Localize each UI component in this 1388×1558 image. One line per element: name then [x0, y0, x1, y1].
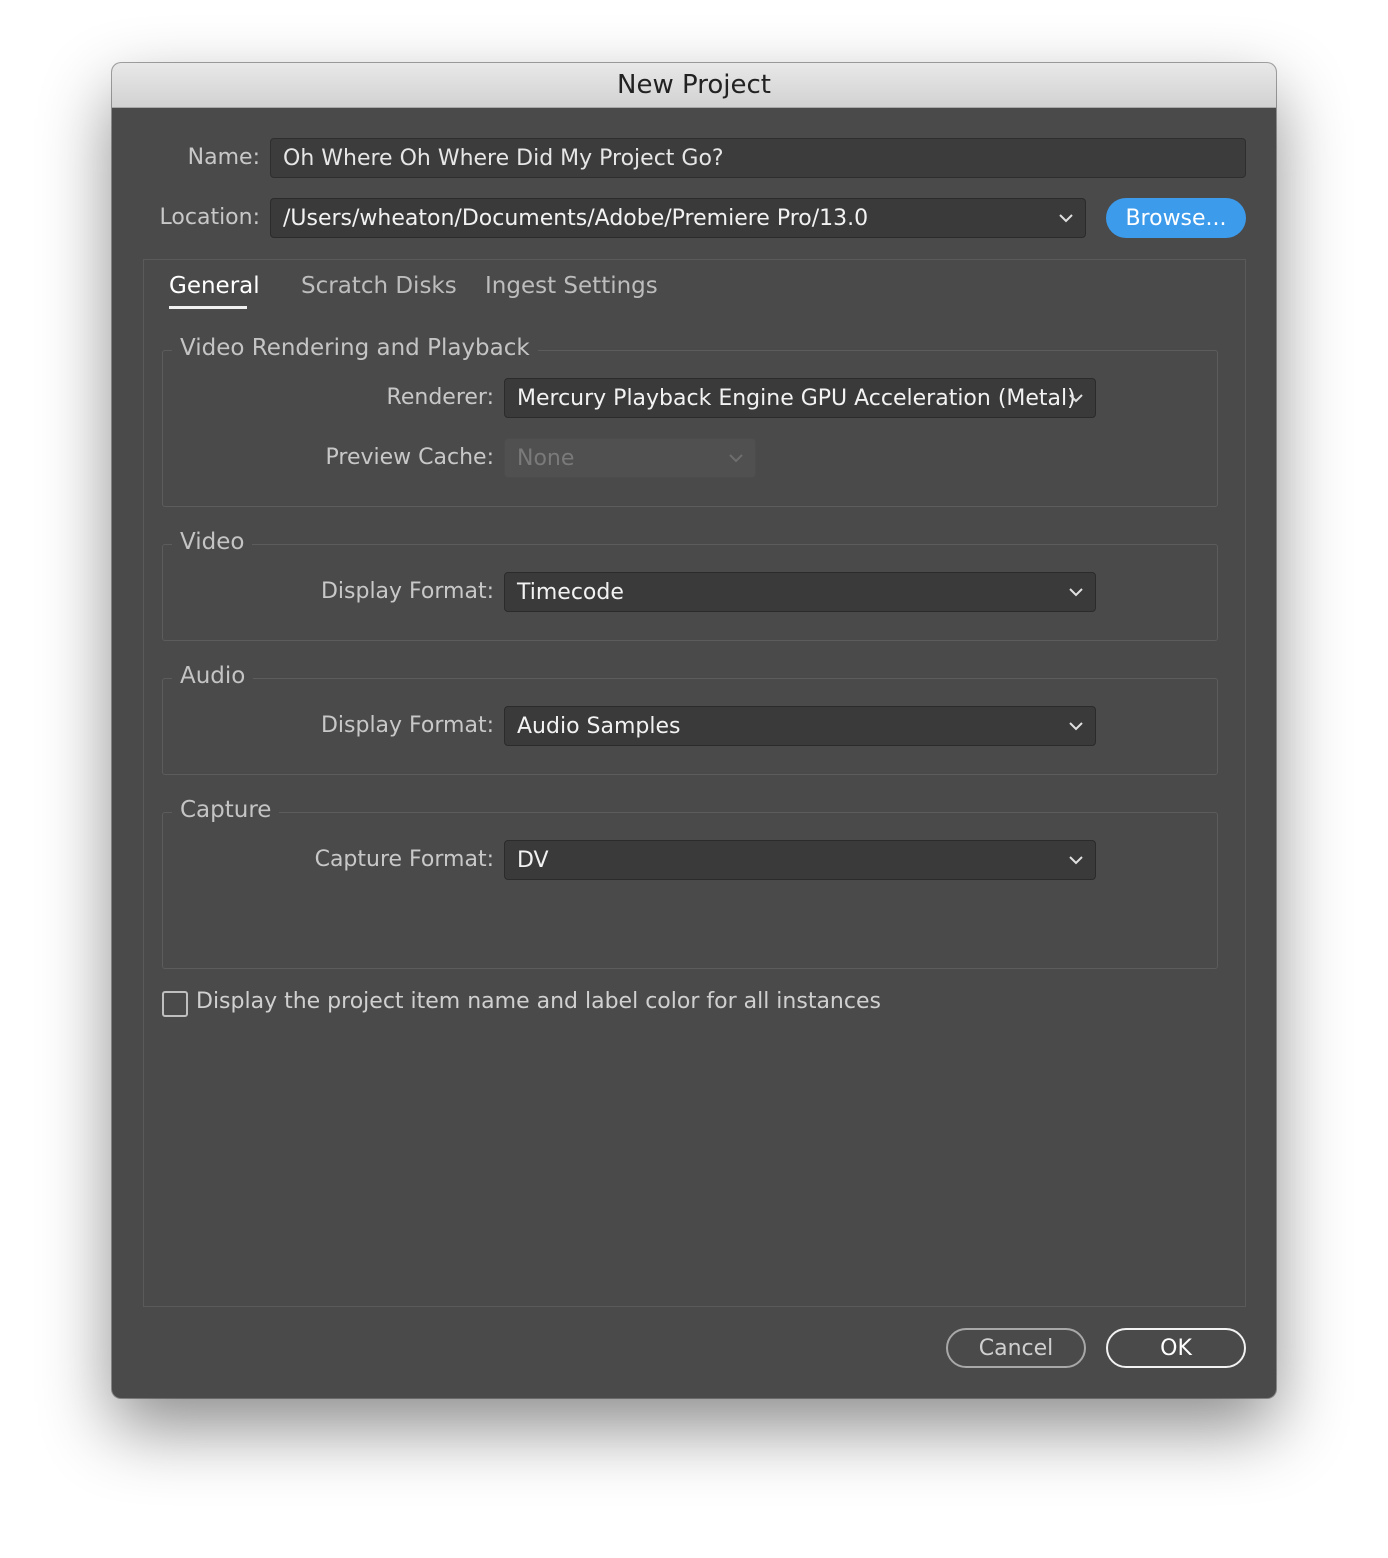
window-title: New Project — [112, 63, 1276, 108]
active-tab-indicator — [169, 306, 247, 309]
capture-format-dropdown[interactable]: DV — [504, 840, 1096, 880]
capture-format-label: Capture Format: — [314, 847, 494, 872]
cancel-button[interactable]: Cancel — [946, 1328, 1086, 1368]
preview-cache-label: Preview Cache: — [325, 445, 494, 470]
capture-group-title: Capture — [172, 797, 280, 823]
video-rendering-title: Video Rendering and Playback — [172, 335, 538, 361]
chevron-down-icon — [1069, 722, 1083, 731]
name-label: Name: — [187, 145, 260, 170]
renderer-dropdown[interactable]: Mercury Playback Engine GPU Acceleration… — [504, 378, 1096, 418]
name-input[interactable]: Oh Where Oh Where Did My Project Go? — [270, 138, 1246, 178]
video-group-title: Video — [172, 529, 253, 555]
ok-button[interactable]: OK — [1106, 1328, 1246, 1368]
capture-format-value: DV — [517, 847, 549, 873]
new-project-dialog: New Project Name: Oh Where Oh Where Did … — [112, 63, 1276, 1398]
audio-display-format-value: Audio Samples — [517, 713, 681, 739]
video-display-format-value: Timecode — [517, 579, 624, 605]
preview-cache-dropdown: None — [504, 438, 756, 478]
display-item-name-checkbox[interactable] — [162, 991, 188, 1017]
video-display-format-label: Display Format: — [320, 579, 494, 604]
tab-ingest-settings[interactable]: Ingest Settings — [485, 273, 658, 299]
renderer-value: Mercury Playback Engine GPU Acceleration… — [517, 385, 1076, 411]
audio-group-title: Audio — [172, 663, 254, 689]
preview-cache-value: None — [517, 445, 575, 471]
display-item-name-label[interactable]: Display the project item name and label … — [196, 989, 881, 1014]
chevron-down-icon — [1069, 394, 1083, 403]
audio-display-format-label: Display Format: — [320, 713, 494, 738]
capture-group — [162, 812, 1218, 969]
location-value: /Users/wheaton/Documents/Adobe/Premiere … — [283, 205, 869, 231]
video-rendering-group — [162, 350, 1218, 507]
audio-display-format-dropdown[interactable]: Audio Samples — [504, 706, 1096, 746]
name-input-value: Oh Where Oh Where Did My Project Go? — [283, 145, 724, 171]
chevron-down-icon — [1069, 588, 1083, 597]
chevron-down-icon — [1069, 856, 1083, 865]
renderer-label: Renderer: — [386, 385, 494, 410]
location-dropdown[interactable]: /Users/wheaton/Documents/Adobe/Premiere … — [270, 198, 1086, 238]
browse-button[interactable]: Browse... — [1106, 198, 1246, 238]
chevron-down-icon — [729, 454, 743, 463]
tab-general[interactable]: General — [169, 273, 260, 299]
location-label: Location: — [159, 205, 260, 230]
video-display-format-dropdown[interactable]: Timecode — [504, 572, 1096, 612]
tab-scratch-disks[interactable]: Scratch Disks — [301, 273, 457, 299]
chevron-down-icon — [1059, 214, 1073, 223]
